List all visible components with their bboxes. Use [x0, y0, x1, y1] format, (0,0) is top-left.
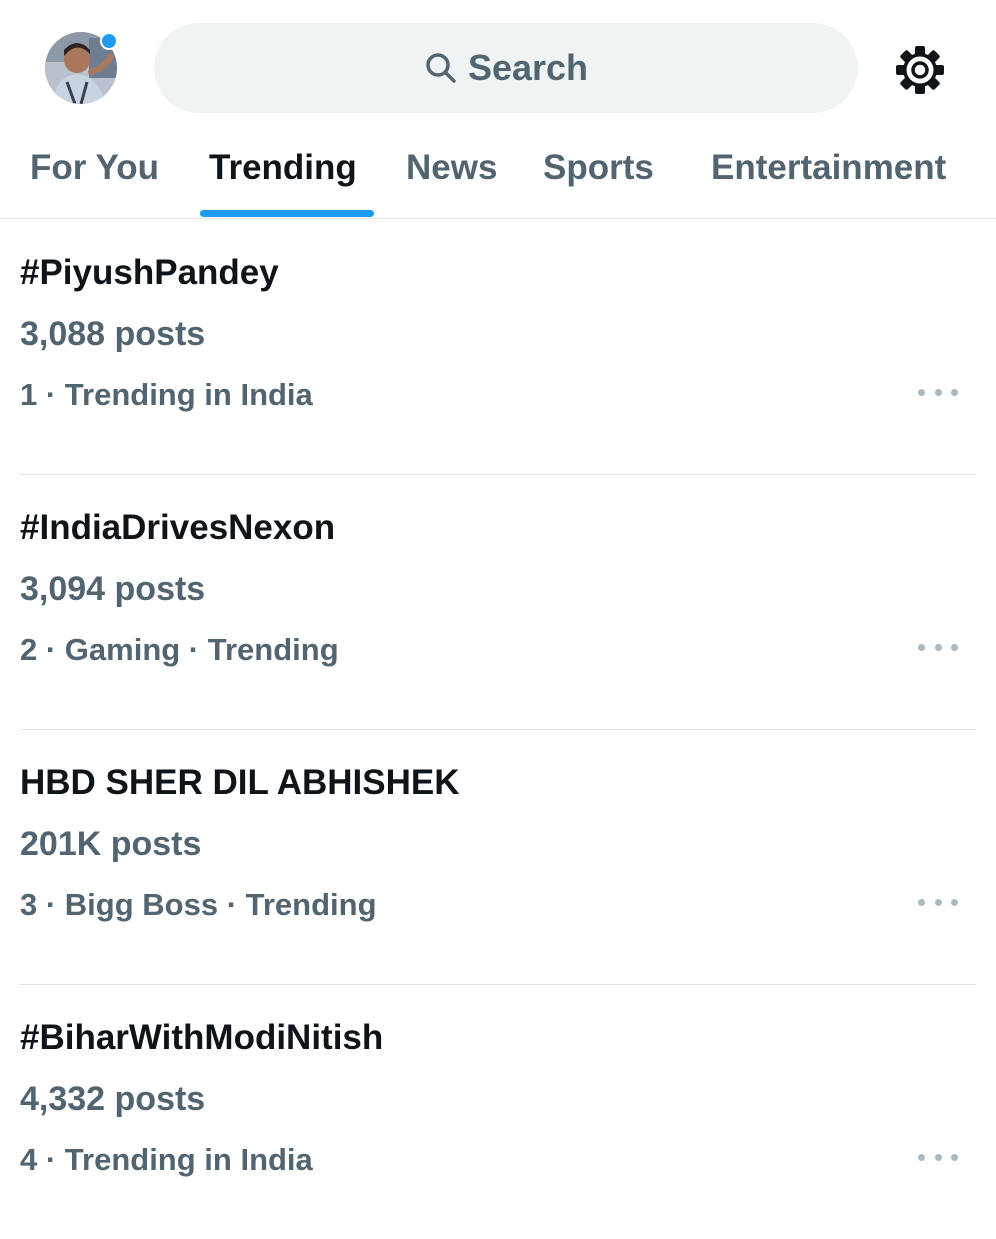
more-options-icon[interactable] — [918, 1147, 958, 1167]
active-tab-indicator — [200, 210, 374, 217]
trend-post-count: 3,094 posts — [20, 570, 206, 608]
search-icon — [426, 53, 456, 83]
trend-title: #BiharWithModiNitish — [20, 1018, 384, 1057]
more-options-icon[interactable] — [918, 637, 958, 657]
tab-trending[interactable]: Trending — [209, 148, 357, 188]
trend-context: 3 · Bigg Boss · Trending — [20, 887, 377, 922]
trend-post-count: 201K posts — [20, 825, 202, 863]
search-bar-content: Search — [424, 47, 588, 89]
tab-news[interactable]: News — [406, 148, 497, 188]
trend-item[interactable]: #IndiaDrivesNexon 3,094 posts 2 · Gaming… — [20, 474, 976, 730]
trend-post-count: 4,332 posts — [20, 1080, 206, 1118]
trend-context: 1 · Trending in India — [20, 377, 313, 412]
more-options-icon[interactable] — [918, 892, 958, 912]
trend-title: #PiyushPandey — [20, 253, 279, 292]
trend-item[interactable]: HBD SHER DIL ABHISHEK 201K posts 3 · Big… — [20, 729, 976, 985]
top-header: Search — [0, 0, 996, 130]
trend-context: 4 · Trending in India — [20, 1142, 313, 1177]
tab-entertainment[interactable]: Entertainment — [711, 148, 946, 188]
trend-title: HBD SHER DIL ABHISHEK — [20, 763, 460, 802]
search-placeholder: Search — [467, 47, 589, 88]
gear-icon[interactable] — [892, 42, 948, 98]
tab-bar: For You Trending News Sports Entertainme… — [0, 130, 996, 219]
trend-context: 2 · Gaming · Trending — [20, 632, 339, 667]
more-options-icon[interactable] — [918, 382, 958, 402]
tab-sports[interactable]: Sports — [543, 148, 654, 188]
trend-title: #IndiaDrivesNexon — [20, 508, 336, 547]
search-bar[interactable]: Search — [154, 23, 858, 113]
trend-item[interactable]: #PiyushPandey 3,088 posts 1 · Trending i… — [20, 219, 976, 475]
tab-for-you[interactable]: For You — [30, 148, 159, 188]
notification-dot — [100, 32, 118, 50]
trend-post-count: 3,088 posts — [20, 315, 206, 353]
trend-item[interactable]: #BiharWithModiNitish 4,332 posts 4 · Tre… — [20, 984, 976, 1239]
